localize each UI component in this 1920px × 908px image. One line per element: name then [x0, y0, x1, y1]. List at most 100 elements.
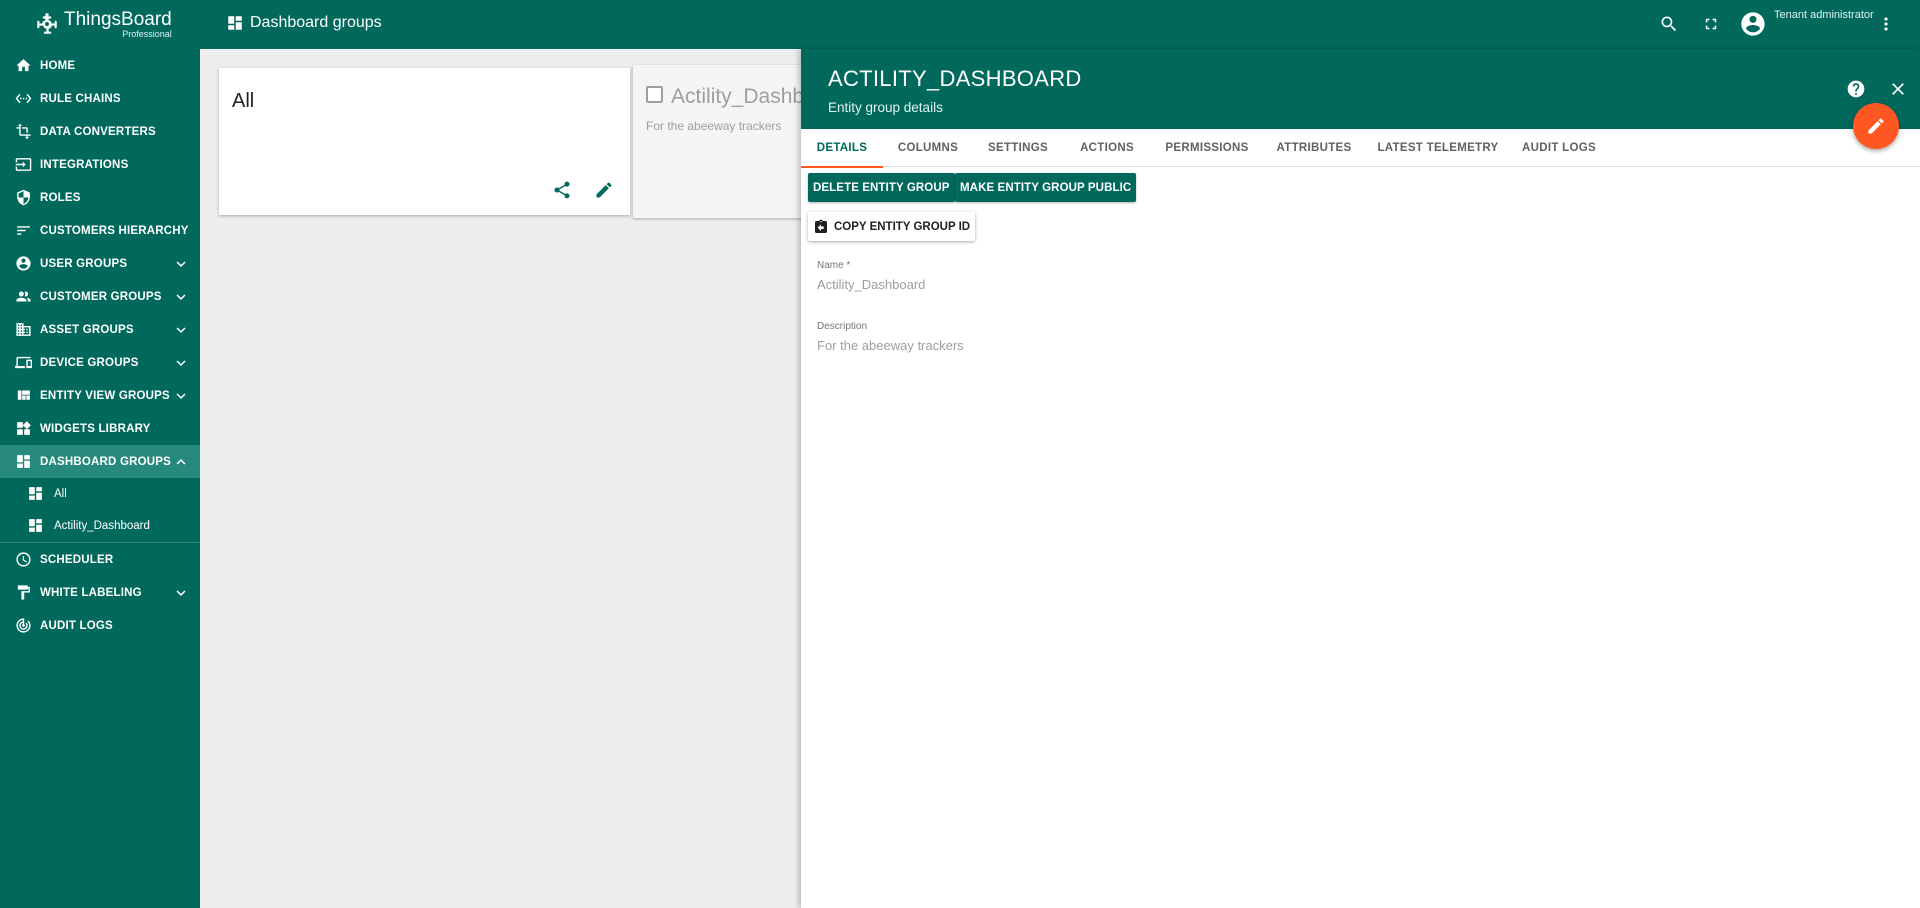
sidebar-item-label: USER GROUPS [40, 257, 128, 270]
edit-icon [1868, 118, 1884, 134]
format-paint-icon [14, 584, 32, 602]
tab-permissions[interactable]: PERMISSIONS [1151, 129, 1263, 167]
dashboard-icon [14, 453, 32, 471]
page-title-text: Dashboard groups [250, 14, 382, 31]
sidebar-item-label: HOME [40, 59, 76, 72]
sidebar-item-rule-chains[interactable]: RULE CHAINS [0, 82, 200, 115]
topbar: Dashboard groups Tenant administrator [200, 0, 1920, 49]
card-title: All [232, 90, 255, 112]
domain-icon [14, 321, 32, 339]
logo[interactable]: ThingsBoard Professional [0, 0, 200, 48]
search-icon[interactable] [1657, 12, 1681, 36]
help-icon[interactable] [1844, 77, 1868, 101]
chevron-up-icon[interactable] [172, 453, 190, 471]
sidebar-subitem-all[interactable]: All [0, 478, 200, 510]
select-checkbox[interactable] [646, 86, 663, 103]
description-field-label: Description [817, 321, 868, 332]
assignment-return-icon [815, 219, 827, 233]
sidebar-item-widgets-library[interactable]: WIDGETS LIBRARY [0, 412, 200, 445]
sidebar-nav: HOME RULE CHAINS DATA CONVERTERS INTEGRA… [0, 49, 200, 642]
description-field[interactable]: For the abeeway trackers [817, 338, 964, 353]
logo-sub: Professional [122, 28, 172, 39]
dashboard-icon [27, 485, 45, 503]
chevron-down-icon[interactable] [172, 255, 190, 273]
panel-title: ACTILITY_DASHBOARD [828, 66, 1082, 91]
sidebar-subitem-label: All [54, 488, 67, 500]
account-circle-icon [14, 255, 32, 273]
tab-attributes[interactable]: ATTRIBUTES [1263, 129, 1365, 167]
sidebar-subitem-actility-dashboard[interactable]: Actility_Dashboard [0, 510, 200, 542]
sidebar-item-label: WHITE LABELING [40, 586, 142, 599]
panel-subtitle: Entity group details [828, 100, 943, 115]
sidebar-item-label: CUSTOMERS HIERARCHY [40, 224, 189, 237]
devices-icon [14, 354, 32, 372]
sidebar-item-label: RULE CHAINS [40, 92, 121, 105]
widgets-icon [14, 420, 32, 438]
share-icon[interactable] [549, 177, 575, 203]
settings-ethernet-icon [14, 90, 32, 108]
sidebar-item-label: ASSET GROUPS [40, 323, 134, 336]
fullscreen-icon[interactable] [1699, 12, 1723, 36]
tab-audit-logs[interactable]: AUDIT LOGS [1511, 129, 1607, 167]
sidebar-item-label: ROLES [40, 191, 81, 204]
supervisor-icon [14, 288, 32, 306]
schedule-icon [14, 551, 32, 569]
view-quilt-icon [14, 387, 32, 405]
panel-tabs: DETAILS COLUMNS SETTINGS ACTIONS PERMISS… [801, 129, 1920, 168]
sidebar-item-user-groups[interactable]: USER GROUPS [0, 247, 200, 280]
edit-icon[interactable] [591, 177, 617, 203]
sidebar-item-data-converters[interactable]: DATA CONVERTERS [0, 115, 200, 148]
sidebar-item-scheduler[interactable]: SCHEDULER [0, 543, 200, 576]
copy-entity-group-id-button[interactable]: COPY ENTITY GROUP ID [808, 212, 976, 241]
dashboard-icon [27, 517, 45, 535]
name-field[interactable]: Actility_Dashboard [817, 277, 925, 292]
more-vert-icon[interactable] [1874, 12, 1898, 36]
sidebar-item-customers-hierarchy[interactable]: CUSTOMERS HIERARCHY [0, 214, 200, 247]
chevron-down-icon[interactable] [172, 387, 190, 405]
chevron-down-icon[interactable] [172, 321, 190, 339]
thingsboard-logo-icon [37, 13, 57, 34]
tab-columns[interactable]: COLUMNS [883, 129, 973, 167]
group-card-all[interactable]: All [219, 68, 630, 215]
sidebar-item-label: INTEGRATIONS [40, 158, 129, 171]
chevron-down-icon[interactable] [172, 288, 190, 306]
sidebar-item-asset-groups[interactable]: ASSET GROUPS [0, 313, 200, 346]
sidebar-item-entity-view-groups[interactable]: ENTITY VIEW GROUPS [0, 379, 200, 412]
sidebar-item-device-groups[interactable]: DEVICE GROUPS [0, 346, 200, 379]
security-icon [14, 189, 32, 207]
edit-fab-button[interactable] [1853, 103, 1899, 149]
sidebar-subitem-label: Actility_Dashboard [54, 520, 150, 532]
tab-details[interactable]: DETAILS [801, 129, 883, 168]
home-icon [14, 57, 32, 75]
copy-entity-group-id-label: COPY ENTITY GROUP ID [834, 220, 971, 233]
account-circle-icon[interactable] [1738, 9, 1768, 39]
sidebar-item-label: CUSTOMER GROUPS [40, 290, 162, 303]
sidebar-item-label: DASHBOARD GROUPS [40, 455, 171, 468]
details-panel: ACTILITY_DASHBOARD Entity group details … [801, 49, 1920, 908]
tab-latest-telemetry[interactable]: LATEST TELEMETRY [1365, 129, 1511, 167]
chevron-down-icon[interactable] [172, 584, 190, 602]
name-field-label: Name * [817, 260, 851, 271]
delete-entity-group-button[interactable]: DELETE ENTITY GROUP [808, 173, 955, 202]
panel-header: ACTILITY_DASHBOARD Entity group details [801, 49, 1920, 129]
make-entity-group-public-button[interactable]: MAKE ENTITY GROUP PUBLIC [955, 173, 1137, 202]
sidebar-item-integrations[interactable]: INTEGRATIONS [0, 148, 200, 181]
sidebar-item-label: AUDIT LOGS [40, 619, 113, 632]
sidebar-item-label: WIDGETS LIBRARY [40, 422, 151, 435]
tab-actions[interactable]: ACTIONS [1063, 129, 1151, 167]
card-description: For the abeeway trackers [646, 119, 782, 133]
user-role-label: Tenant administrator [1774, 9, 1874, 21]
page-title: Dashboard groups [226, 14, 382, 32]
sidebar-item-dashboard-groups[interactable]: DASHBOARD GROUPS [0, 445, 200, 478]
sidebar-item-roles[interactable]: ROLES [0, 181, 200, 214]
close-icon[interactable] [1886, 77, 1910, 101]
sidebar-item-label: DATA CONVERTERS [40, 125, 156, 138]
transform-icon [14, 123, 32, 141]
chevron-down-icon[interactable] [172, 354, 190, 372]
sidebar-item-customer-groups[interactable]: CUSTOMER GROUPS [0, 280, 200, 313]
tab-settings[interactable]: SETTINGS [973, 129, 1063, 167]
sidebar-item-home[interactable]: HOME [0, 49, 200, 82]
sidebar-item-white-labeling[interactable]: WHITE LABELING [0, 576, 200, 609]
sidebar-item-audit-logs[interactable]: AUDIT LOGS [0, 609, 200, 642]
sidebar-item-label: SCHEDULER [40, 553, 114, 566]
